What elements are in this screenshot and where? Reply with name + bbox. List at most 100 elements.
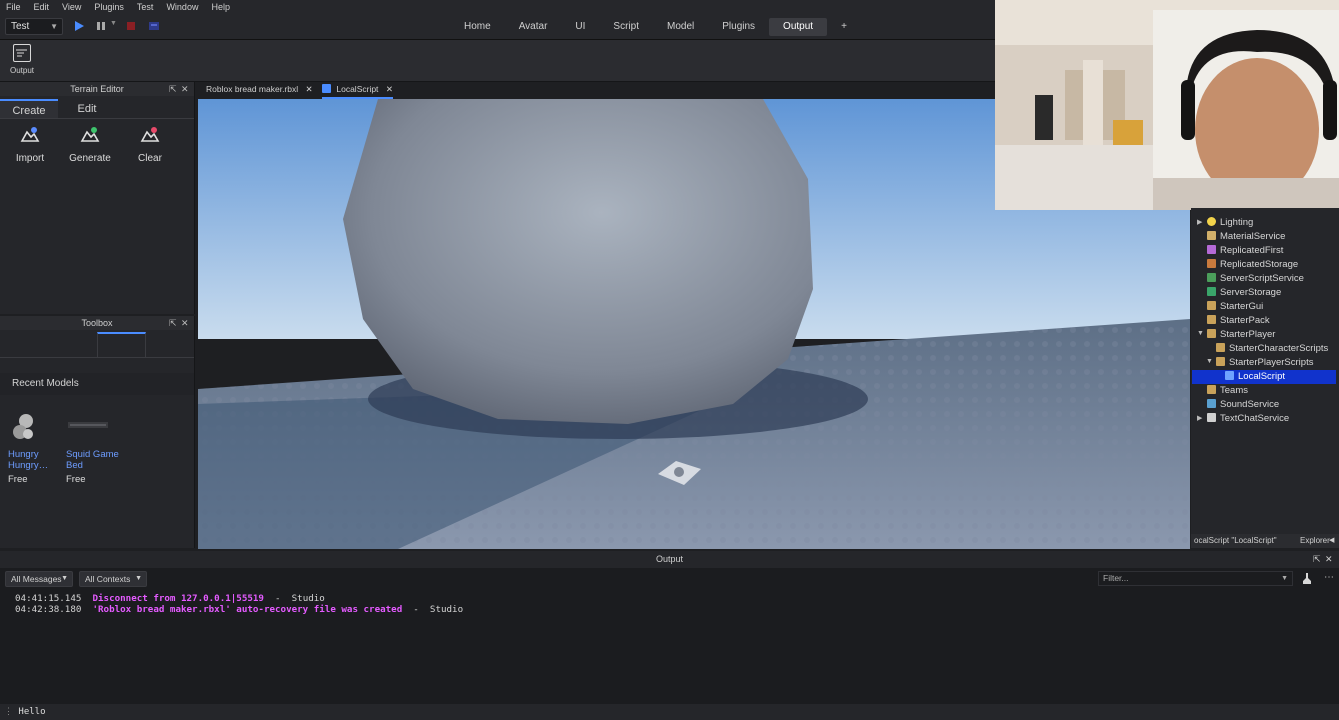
close-icon[interactable]: ✕	[386, 84, 393, 94]
server-script-icon	[1207, 273, 1216, 282]
close-icon[interactable]: ✕	[181, 316, 189, 330]
script-icon	[322, 84, 331, 93]
explorer-item-lighting[interactable]: Lighting	[1207, 216, 1253, 230]
model-price: Free	[8, 474, 28, 485]
tab-script[interactable]: Script	[599, 18, 653, 36]
server-storage-icon	[1207, 287, 1216, 296]
ribbon-tabs: Home Avatar UI Script Model Plugins Outp…	[450, 18, 861, 36]
output-toggle-button[interactable]: Output	[8, 44, 36, 75]
explorer-item-replicatedfirst[interactable]: ReplicatedFirst	[1207, 244, 1283, 258]
stop-icon[interactable]	[125, 20, 137, 32]
tab-edit[interactable]: Edit	[58, 99, 116, 118]
explorer-item-localscript[interactable]: LocalScript	[1192, 370, 1336, 384]
toolbox-title: Toolbox	[81, 318, 113, 328]
explorer-status-bar: ocalScript "LocalScript" Explorer ◀	[1191, 534, 1339, 548]
tab-ui[interactable]: UI	[561, 18, 599, 36]
undock-icon[interactable]: ⇱	[169, 82, 177, 96]
menu-file[interactable]: File	[6, 2, 21, 12]
undock-icon[interactable]: ⇱	[169, 316, 177, 330]
client-server-icon[interactable]	[148, 20, 160, 32]
terrain-editor-title: Terrain Editor	[70, 84, 124, 94]
close-icon[interactable]: ✕	[181, 82, 189, 96]
explorer-item-serverscriptservice[interactable]: ServerScriptService	[1207, 272, 1304, 286]
tab-avatar[interactable]: Avatar	[505, 18, 562, 36]
explorer-item-startergui[interactable]: StarterGui	[1207, 300, 1263, 314]
explorer-item-starterplayer[interactable]: StarterPlayer	[1207, 328, 1275, 342]
tab-home[interactable]: Home	[450, 18, 505, 36]
model-card[interactable]: Hungry Hungry… Free	[8, 412, 68, 485]
mode-select-value: Test	[11, 21, 30, 32]
menu-view[interactable]: View	[62, 2, 81, 12]
tab-output[interactable]: Output	[769, 18, 828, 36]
command-bar[interactable]: ⋮ Hello	[0, 704, 1339, 720]
explorer-item-starterplayerscripts[interactable]: StarterPlayerScripts	[1216, 356, 1313, 370]
context-filter-value: All Contexts	[85, 574, 131, 584]
explorer-item-starterpack[interactable]: StarterPack	[1207, 314, 1270, 328]
tab-create[interactable]: Create	[0, 99, 58, 118]
clear-output-icon[interactable]	[1300, 572, 1313, 585]
menu-window[interactable]: Window	[166, 2, 198, 12]
clear-button[interactable]: Clear	[120, 125, 180, 164]
explorer-item-textchatservice[interactable]: TextChatService	[1207, 412, 1289, 426]
doc-tab-localscript[interactable]: LocalScript ✕	[322, 82, 393, 99]
expand-arrow-icon[interactable]: ▶	[1197, 414, 1202, 422]
close-icon[interactable]: ✕	[306, 84, 313, 94]
folder-icon	[1216, 357, 1225, 366]
explorer-item-soundservice[interactable]: SoundService	[1207, 398, 1279, 412]
chevron-left-icon[interactable]: ◀	[1329, 534, 1334, 548]
menu-plugins[interactable]: Plugins	[94, 2, 124, 12]
close-icon[interactable]: ✕	[1325, 551, 1333, 568]
model-card[interactable]: Squid Game Bed Free	[66, 412, 126, 485]
generate-icon	[80, 127, 100, 142]
model-thumbnail	[68, 422, 108, 428]
explorer-panel: ▶ Lighting MaterialService ReplicatedFir…	[1191, 208, 1339, 548]
folder-icon	[1216, 343, 1225, 352]
player-icon	[1207, 329, 1216, 338]
selection-status: ocalScript "LocalScript"	[1194, 536, 1277, 545]
model-price: Free	[66, 474, 86, 485]
collapse-arrow-icon[interactable]: ▼	[1206, 358, 1213, 365]
sound-icon	[1207, 399, 1216, 408]
output-panel: Output ⇱ ✕ All Messages ▼ All Contexts ▼…	[0, 551, 1339, 720]
mode-select[interactable]: Test ▼	[5, 18, 63, 35]
import-icon	[20, 127, 40, 142]
log-entry: 04:42:38.180 'Roblox bread maker.rbxl' a…	[15, 604, 464, 615]
doc-tab-place[interactable]: Roblox bread maker.rbxl ✕	[206, 82, 313, 99]
more-options-icon[interactable]: ⋯	[1324, 572, 1334, 583]
toolbox-header: Toolbox ⇱ ✕	[0, 316, 194, 330]
menu-test[interactable]: Test	[137, 2, 154, 12]
tab-plugins[interactable]: Plugins	[708, 18, 769, 36]
doc-tab-label: LocalScript	[336, 84, 379, 94]
import-label: Import	[15, 153, 45, 164]
generate-button[interactable]: Generate	[60, 125, 120, 164]
explorer-item-teams[interactable]: Teams	[1207, 384, 1248, 398]
tab-explorer[interactable]: Explorer	[1300, 534, 1330, 548]
pause-icon[interactable]	[95, 20, 107, 32]
context-filter-dropdown[interactable]: All Contexts ▼	[79, 571, 147, 587]
teams-icon	[1207, 385, 1216, 394]
expand-arrow-icon[interactable]: ▶	[1197, 218, 1202, 226]
explorer-item-serverstorage[interactable]: ServerStorage	[1207, 286, 1281, 300]
output-filter-input[interactable]: Filter... ▼	[1098, 571, 1293, 586]
webcam-overlay	[995, 0, 1339, 210]
explorer-item-startercharacterscripts[interactable]: StarterCharacterScripts	[1216, 342, 1328, 356]
menu-help[interactable]: Help	[211, 2, 230, 12]
message-filter-dropdown[interactable]: All Messages ▼	[5, 571, 73, 587]
toolbox-tab[interactable]	[97, 332, 146, 358]
output-toggle-label: Output	[9, 66, 34, 75]
tab-model[interactable]: Model	[653, 18, 708, 36]
webcam-image	[995, 0, 1339, 210]
log-entry: 04:41:15.145 Disconnect from 127.0.0.1|5…	[15, 593, 325, 604]
menu-edit[interactable]: Edit	[34, 2, 50, 12]
import-button[interactable]: Import	[0, 125, 60, 164]
explorer-item-materialservice[interactable]: MaterialService	[1207, 230, 1285, 244]
play-icon[interactable]	[73, 20, 85, 32]
tab-add[interactable]: +	[827, 18, 861, 36]
chevron-down-icon[interactable]: ▼	[110, 20, 117, 27]
explorer-item-replicatedstorage[interactable]: ReplicatedStorage	[1207, 258, 1298, 272]
output-window-icon	[13, 44, 31, 62]
model-name-line1: Hungry	[8, 449, 39, 460]
toolbox-panel: Toolbox ⇱ ✕ Recent Models Hungry Hungry……	[0, 316, 195, 548]
collapse-arrow-icon[interactable]: ▼	[1197, 330, 1204, 337]
undock-icon[interactable]: ⇱	[1313, 551, 1321, 568]
